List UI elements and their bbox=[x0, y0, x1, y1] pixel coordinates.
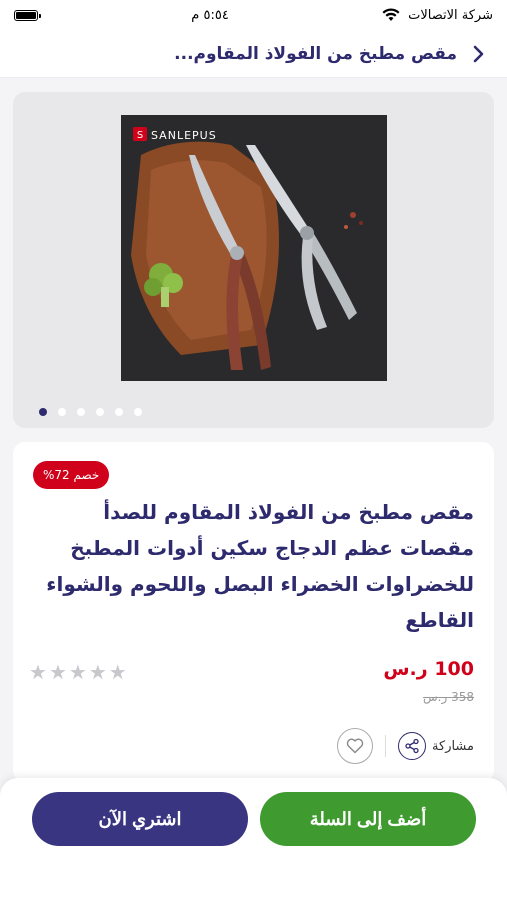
product-title: مقص مطبخ من الفولاذ المقاوم للصدأ مقصات … bbox=[46, 500, 474, 632]
product-actions: مشاركة bbox=[337, 728, 474, 764]
gallery-dot[interactable] bbox=[77, 408, 85, 416]
favorite-button[interactable] bbox=[337, 728, 374, 764]
star-icon: ★ bbox=[108, 660, 127, 684]
gallery-pagination[interactable] bbox=[39, 408, 142, 416]
current-price: 100 ر.س bbox=[383, 658, 474, 680]
divider bbox=[385, 735, 387, 757]
old-price: 358 ر.س bbox=[423, 690, 474, 704]
status-right: شركة الاتصالات bbox=[382, 8, 493, 23]
status-left bbox=[14, 9, 41, 21]
heart-icon bbox=[346, 738, 364, 754]
battery-icon bbox=[14, 9, 41, 21]
share-button[interactable]: مشاركة bbox=[398, 732, 474, 760]
wifi-icon bbox=[382, 8, 400, 21]
status-bar: ٥:٥٤ م شركة الاتصالات bbox=[0, 0, 507, 30]
product-image[interactable]: S SANLEPUS bbox=[121, 115, 387, 381]
share-icon-wrap bbox=[398, 732, 427, 760]
page-title: مقص مطبخ من الفولاذ المقاوم... bbox=[174, 43, 457, 64]
svg-text:S: S bbox=[137, 130, 143, 141]
star-icon: ★ bbox=[88, 660, 107, 684]
star-icon: ★ bbox=[48, 660, 67, 684]
scissors-photo: S bbox=[121, 115, 387, 381]
product-gallery[interactable]: S SANLEPUS bbox=[13, 92, 494, 428]
back-button[interactable] bbox=[469, 42, 489, 66]
star-icon: ★ bbox=[29, 660, 47, 684]
status-time: ٥:٥٤ م bbox=[191, 7, 229, 23]
rating-stars[interactable]: ★ ★ ★ ★ ★ bbox=[29, 660, 127, 684]
discount-badge: خصم 72% bbox=[33, 461, 110, 489]
bottom-action-bar: اشتري الآن أضف إلى السلة bbox=[0, 778, 507, 900]
chevron-right-icon bbox=[473, 45, 484, 62]
carrier-name: شركة الاتصالات bbox=[408, 7, 493, 23]
gallery-dot[interactable] bbox=[115, 408, 123, 416]
star-icon: ★ bbox=[68, 660, 87, 684]
gallery-dot[interactable] bbox=[96, 408, 104, 416]
header: مقص مطبخ من الفولاذ المقاوم... bbox=[0, 30, 507, 78]
product-info-card: خصم 72% مقص مطبخ من الفولاذ المقاوم للصد… bbox=[13, 442, 494, 782]
gallery-dot[interactable] bbox=[58, 408, 66, 416]
share-icon bbox=[405, 738, 419, 754]
gallery-dot[interactable] bbox=[134, 408, 142, 416]
brand-watermark: SANLEPUS bbox=[151, 129, 217, 142]
gallery-dot[interactable] bbox=[39, 408, 47, 416]
add-to-cart-button[interactable]: أضف إلى السلة bbox=[260, 792, 476, 846]
buy-now-button[interactable]: اشتري الآن bbox=[32, 792, 248, 846]
share-label: مشاركة bbox=[432, 738, 474, 754]
